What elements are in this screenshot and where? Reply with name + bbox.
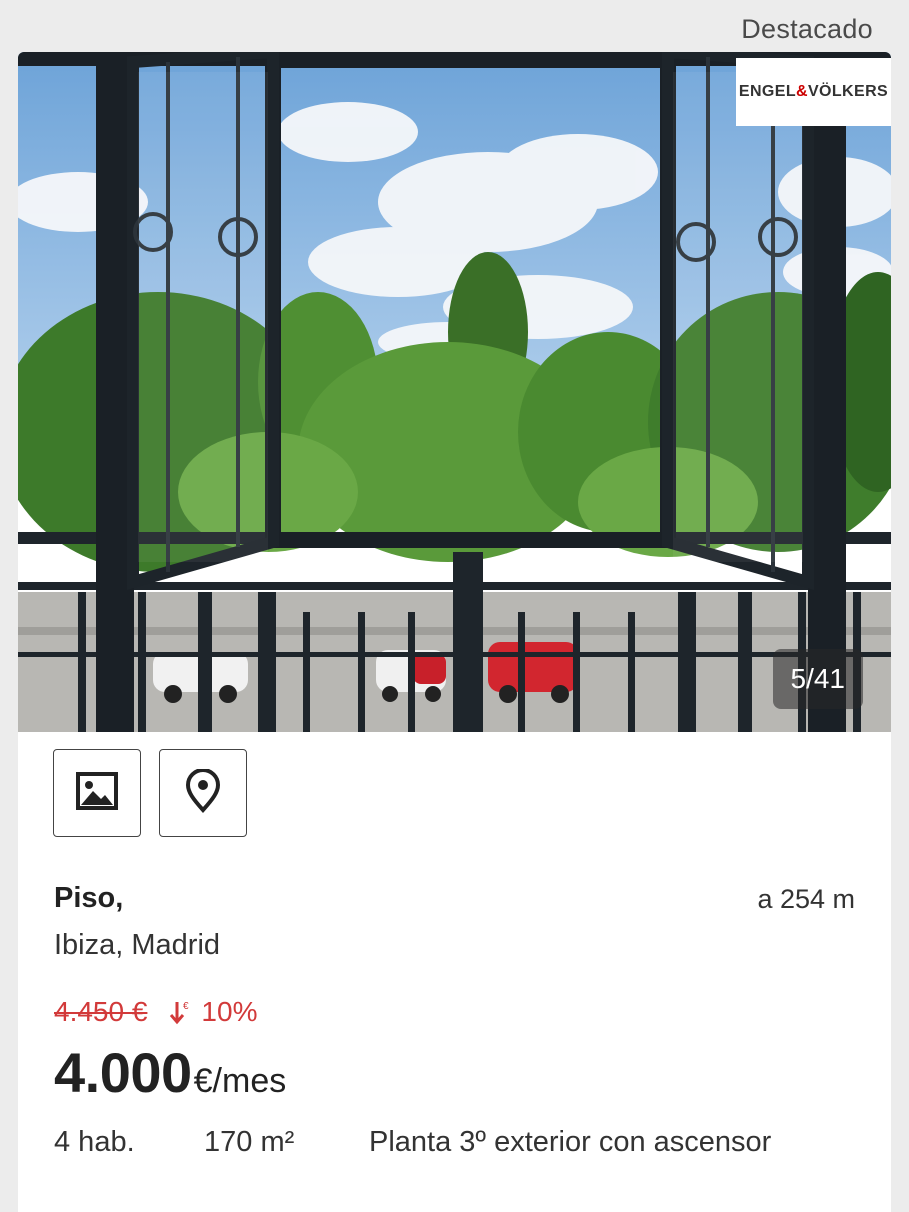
map-pin-icon <box>183 767 223 818</box>
featured-label: Destacado <box>741 14 873 44</box>
old-price: 4.450 € <box>54 996 148 1027</box>
photo-counter: 5/41 <box>772 649 863 709</box>
price-row: 4.000 €/mes <box>54 1040 286 1105</box>
svg-text:€: € <box>183 1001 189 1012</box>
listing-distance: a 254 m <box>757 884 855 914</box>
feature-size: 170 m² <box>204 1126 295 1158</box>
image-icon <box>75 771 119 816</box>
feature-rooms: 4 hab. <box>54 1126 135 1158</box>
current-price: 4.000 <box>54 1041 192 1104</box>
gallery-button[interactable] <box>53 749 141 837</box>
price-drop-icon: € <box>169 998 193 1026</box>
listing-photo[interactable]: ENGEL & VÖLKERS 5/41 <box>18 52 891 732</box>
feature-description: Planta 3º exterior con ascensor <box>369 1126 772 1158</box>
listing-actions <box>53 749 247 837</box>
listing-features: 4 hab. 170 m² Planta 3º exterior con asc… <box>54 1126 859 1159</box>
listing-title[interactable]: Piso, <box>54 882 123 915</box>
price-drop-percentage: 10% <box>201 996 258 1027</box>
price-unit: €/mes <box>193 1062 287 1100</box>
price-drop-row: 4.450 € € 10% <box>54 996 257 1028</box>
listing-card[interactable]: ENGEL & VÖLKERS 5/41 Piso, a 254 m Ibiza… <box>18 52 891 1212</box>
listing-location: Ibiza, Madrid <box>54 929 221 961</box>
map-button[interactable] <box>159 749 247 837</box>
agency-logo: ENGEL & VÖLKERS <box>736 58 891 126</box>
